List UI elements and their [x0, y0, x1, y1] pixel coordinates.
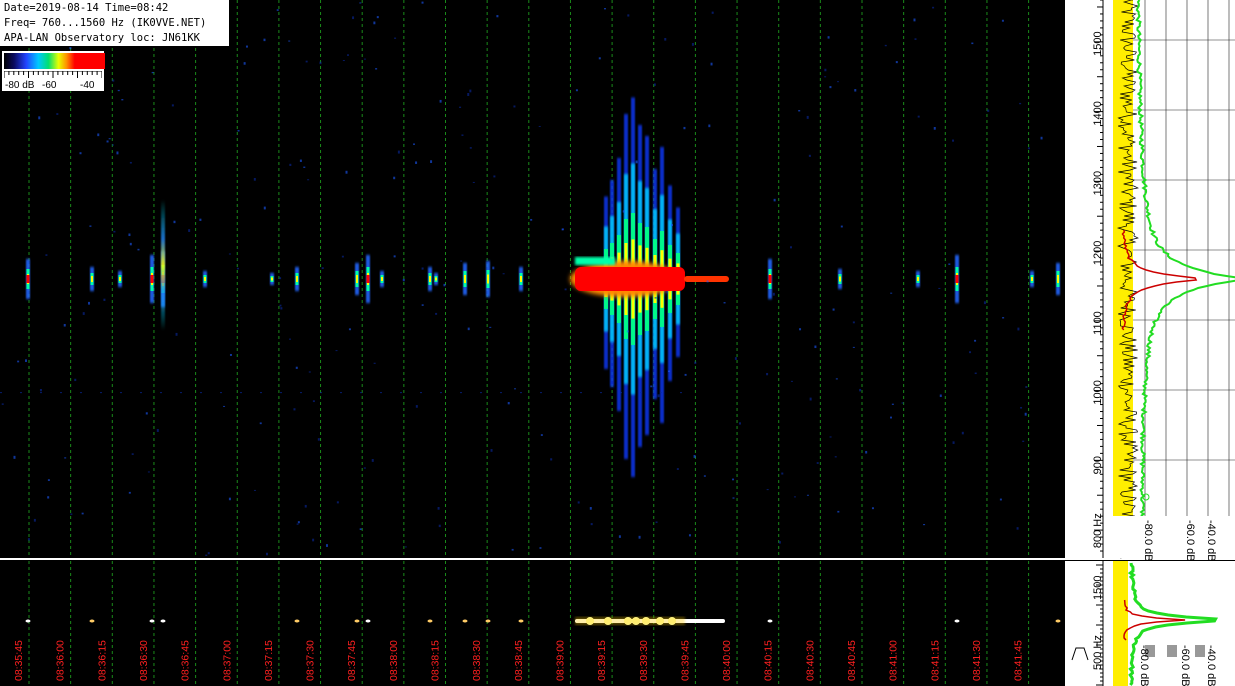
time-label: 08:41:30 [971, 640, 983, 681]
meteor-ping [1030, 271, 1034, 287]
meteor-ping [203, 271, 207, 287]
meteor-ping [150, 255, 154, 303]
time-label: 08:41:00 [888, 640, 900, 681]
time-label: 08:38:00 [388, 640, 400, 681]
time-label: 08:40:00 [721, 640, 733, 681]
freq-line: Freq= 760...1560 Hz (IK0VVE.NET) [4, 17, 207, 29]
meteor-ping [428, 267, 432, 291]
bottom-ping [1055, 619, 1061, 623]
meteor-ping [380, 271, 384, 287]
info-box: Date=2019-08-14 Time=08:42 Freq= 760...1… [0, 0, 229, 46]
time-label: 08:41:15 [929, 640, 941, 681]
bottom-ping [149, 619, 155, 623]
time-label: 08:35:45 [13, 640, 25, 681]
bottom-ping [427, 619, 433, 623]
bottom-ping [485, 619, 491, 623]
meteor-ping [90, 267, 94, 291]
bottom-ping [365, 619, 371, 623]
time-label: 08:37:45 [346, 640, 358, 681]
bottom-db-label-40: -40.0 dB [1205, 645, 1217, 686]
date-time-line: Date=2019-08-14 Time=08:42 [4, 2, 169, 14]
time-label: 08:38:30 [471, 640, 483, 681]
waterfall-area [0, 0, 1065, 558]
freq-label: 1000 [1092, 380, 1104, 404]
meteor-ping [955, 255, 959, 303]
meteor-ping [118, 271, 122, 287]
time-label: 08:39:00 [554, 640, 566, 681]
bottom-ping [89, 619, 95, 623]
bottom-db-label-80: -80.0 dB [1138, 645, 1150, 686]
freq-label: 800 Hz [1092, 513, 1104, 548]
bottom-spectrum-panel: -80.0 dB -60.0 dB -40.0 dB [1113, 561, 1235, 686]
meteor-ping [519, 267, 523, 291]
spectrogram-display: 08:35:45 08:36:00 08:36:15 08:36:30 08:36:45… [0, 0, 1235, 686]
time-label: 08:39:30 [638, 640, 650, 681]
scale-label-60: -60 [42, 80, 57, 91]
time-label: 08:37:15 [263, 640, 275, 681]
meteor-ping [355, 263, 359, 295]
meteor-ping [916, 271, 920, 287]
meteor-ping [463, 263, 467, 295]
color-scale-bar [4, 53, 105, 69]
time-label: 08:37:00 [221, 640, 233, 681]
time-label: 08:38:45 [513, 640, 525, 681]
bottom-ping [462, 619, 468, 623]
color-scale-ticks [4, 71, 102, 78]
time-label: 08:36:15 [96, 640, 108, 681]
freq-axis-panel: 1500 1400 1300 1200 1100 1000 900 800 Hz [1065, 0, 1113, 558]
time-label: 08:37:30 [305, 640, 317, 681]
time-label: 08:36:00 [55, 640, 67, 681]
meteor-ping [1056, 263, 1060, 295]
meteor-ping [434, 273, 438, 285]
spectrum-db-label-60: -60.0 dB [1184, 520, 1196, 562]
meteor-ping [26, 259, 30, 299]
bottom-ping [518, 619, 524, 623]
bottom-ping [354, 619, 360, 623]
meteor-ping [295, 267, 299, 291]
time-label: 08:38:15 [430, 640, 442, 681]
time-label: 08:39:45 [679, 640, 691, 681]
bottom-strip [0, 561, 1065, 686]
freq-label: 1300 [1092, 171, 1104, 195]
bottom-ping [160, 619, 166, 623]
bottom-freq-label-500: 500 Hz [1092, 635, 1104, 670]
freq-label: 900 [1092, 456, 1104, 474]
time-label: 08:36:45 [180, 640, 192, 681]
time-label: 08:40:45 [846, 640, 858, 681]
time-label: 08:39:15 [596, 640, 608, 681]
time-label: 08:40:30 [804, 640, 816, 681]
spectrum-db-label-80: -80.0 dB [1142, 520, 1154, 562]
scale-label-40: -40 [80, 80, 95, 91]
bottom-ping [25, 619, 31, 623]
freq-label: 1100 [1092, 311, 1104, 335]
freq-label: 1200 [1092, 241, 1104, 265]
freq-label: 1400 [1092, 101, 1104, 125]
bottom-ping [294, 619, 300, 623]
freq-label: 1500 [1092, 31, 1104, 55]
spectrum-db-label-40: -40.0 dB [1205, 520, 1217, 562]
meteor-ping [486, 261, 490, 297]
bottom-ping [767, 619, 773, 623]
meteor-ping [270, 273, 274, 285]
time-label: 08:41:45 [1013, 640, 1025, 681]
bottom-freq-label-1500: 1500 [1092, 576, 1104, 600]
observatory-line: APA-LAN Observatory loc: JN61KK [4, 32, 200, 44]
bottom-freq-axis-panel: 1500 500 Hz [1065, 561, 1113, 686]
scale-label-80: -80 dB [5, 80, 35, 91]
meteor-ping [838, 269, 842, 289]
bottom-ping [954, 619, 960, 623]
spectrum-panel: -80.0 dB -60.0 dB -40.0 dB [1113, 0, 1235, 562]
meteor-ping [768, 259, 772, 299]
time-label: 08:40:15 [763, 640, 775, 681]
meteor-ping [366, 255, 370, 303]
time-label: 08:36:30 [138, 640, 150, 681]
color-scale-legend: -80 dB -60 -40 [2, 51, 105, 91]
bottom-db-label-60: -60.0 dB [1179, 645, 1191, 686]
